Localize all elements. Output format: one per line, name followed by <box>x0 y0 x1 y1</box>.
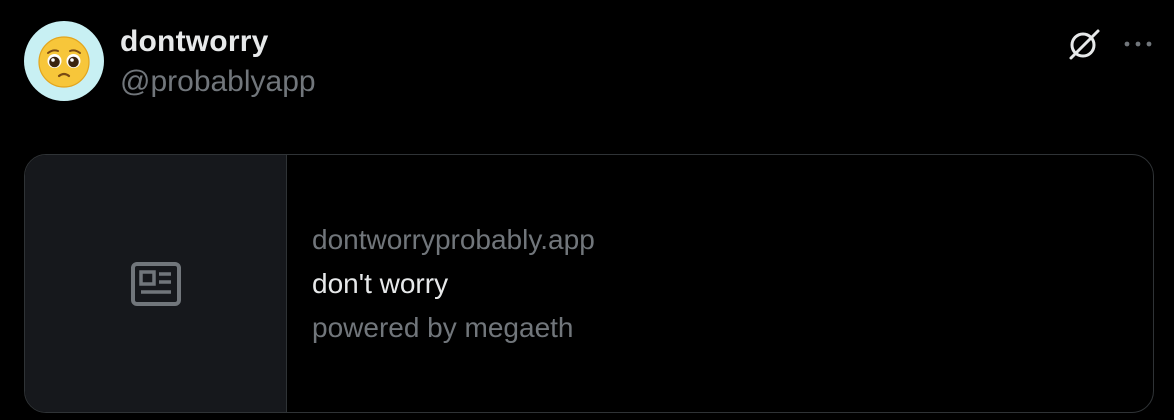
link-card-description: powered by megaeth <box>312 311 574 343</box>
link-card-title: don't worry <box>312 267 449 299</box>
article-placeholder-icon <box>130 261 181 306</box>
pleading-face-icon <box>38 36 90 88</box>
link-card-media[interactable] <box>25 155 287 412</box>
author-handle[interactable]: @probablyapp <box>120 63 316 101</box>
link-card-text[interactable]: dontworryprobably.app don't worry powere… <box>287 155 1153 412</box>
grok-icon[interactable] <box>1062 24 1108 64</box>
link-card-domain: dontworryprobably.app <box>312 223 595 255</box>
link-card[interactable]: dontworryprobably.app don't worry powere… <box>24 154 1154 413</box>
more-options-icon[interactable] <box>1118 24 1158 64</box>
avatar[interactable] <box>24 21 104 101</box>
author-display-name[interactable]: dontworry <box>120 23 268 61</box>
